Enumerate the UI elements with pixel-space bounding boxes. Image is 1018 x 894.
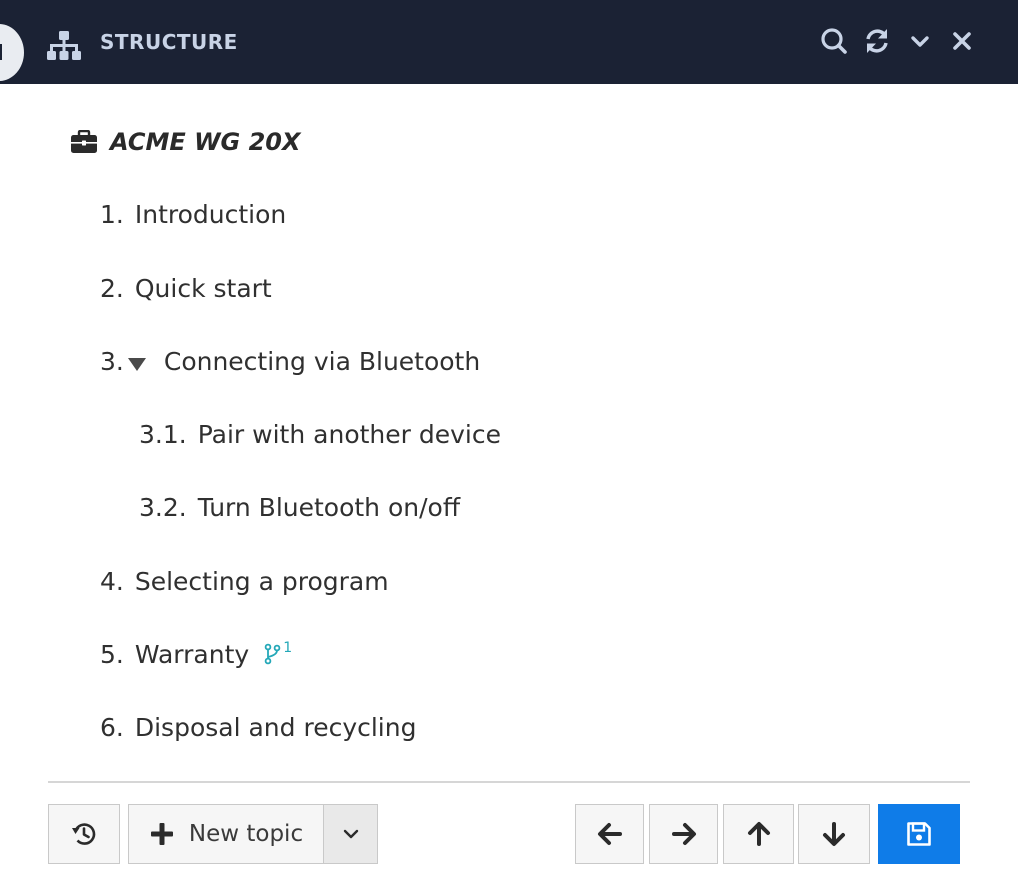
tree-root[interactable]: ACME WG 20X bbox=[70, 125, 301, 159]
arrow-right-icon bbox=[671, 823, 696, 845]
tree-item[interactable]: 3.1. Pair with another device bbox=[139, 416, 501, 452]
branch-icon[interactable] bbox=[263, 643, 281, 665]
tree-item[interactable]: 4. Selecting a program bbox=[100, 563, 389, 599]
expand-caret-icon[interactable] bbox=[127, 357, 146, 371]
item-label: Quick start bbox=[134, 273, 272, 303]
item-number: 6. bbox=[100, 712, 124, 742]
item-number: 3.1. bbox=[139, 419, 187, 449]
new-topic-label: New topic bbox=[188, 821, 304, 847]
tree-item[interactable]: 2. Quick start bbox=[100, 270, 272, 306]
tree-item[interactable]: 5. Warranty 1 bbox=[100, 636, 292, 672]
tree-item[interactable]: 3.2. Turn Bluetooth on/off bbox=[139, 489, 460, 525]
item-number: 4. bbox=[100, 566, 124, 596]
avatar[interactable] bbox=[0, 24, 24, 81]
plus-icon bbox=[150, 823, 173, 845]
panel-title: STRUCTURE bbox=[100, 30, 238, 54]
search-icon[interactable] bbox=[819, 26, 849, 56]
new-topic-button[interactable]: New topic bbox=[128, 804, 324, 864]
arrow-down-icon bbox=[823, 822, 845, 846]
item-number: 5. bbox=[100, 639, 124, 669]
divider bbox=[48, 781, 970, 783]
tree-item[interactable]: 1. Introduction bbox=[100, 196, 286, 232]
history-button[interactable] bbox=[48, 804, 120, 864]
item-label: Selecting a program bbox=[134, 566, 389, 596]
close-icon[interactable] bbox=[947, 26, 977, 56]
move-right-button[interactable] bbox=[649, 804, 718, 864]
move-up-button[interactable] bbox=[723, 804, 794, 864]
chevron-down-icon bbox=[343, 829, 358, 839]
item-label: Connecting via Bluetooth bbox=[163, 346, 481, 376]
item-number: 3.2. bbox=[139, 492, 187, 522]
root-title: ACME WG 20X bbox=[110, 128, 301, 156]
chevron-down-icon[interactable] bbox=[905, 26, 935, 56]
arrow-left-icon bbox=[597, 823, 622, 845]
branch-count: 1 bbox=[283, 640, 293, 656]
save-button[interactable] bbox=[878, 804, 960, 864]
refresh-icon[interactable] bbox=[862, 26, 892, 56]
panel-header: STRUCTURE bbox=[0, 0, 1018, 84]
move-down-button[interactable] bbox=[798, 804, 870, 864]
arrow-up-icon bbox=[747, 822, 770, 846]
tree-item[interactable]: 3. Connecting via Bluetooth bbox=[100, 343, 480, 379]
item-number: 3. bbox=[100, 346, 124, 376]
item-label: Turn Bluetooth on/off bbox=[197, 492, 461, 522]
new-topic-dropdown-button[interactable] bbox=[323, 804, 378, 864]
save-icon bbox=[907, 822, 931, 846]
item-label: Disposal and recycling bbox=[134, 712, 417, 742]
move-left-button[interactable] bbox=[575, 804, 644, 864]
tree-item[interactable]: 6. Disposal and recycling bbox=[100, 709, 416, 745]
item-number: 2. bbox=[100, 273, 124, 303]
item-number: 1. bbox=[100, 199, 124, 229]
history-icon bbox=[72, 823, 96, 845]
briefcase-icon bbox=[71, 130, 97, 153]
item-label: Warranty bbox=[134, 639, 250, 669]
structure-icon bbox=[47, 31, 81, 60]
item-label: Introduction bbox=[134, 199, 287, 229]
item-label: Pair with another device bbox=[197, 419, 501, 449]
